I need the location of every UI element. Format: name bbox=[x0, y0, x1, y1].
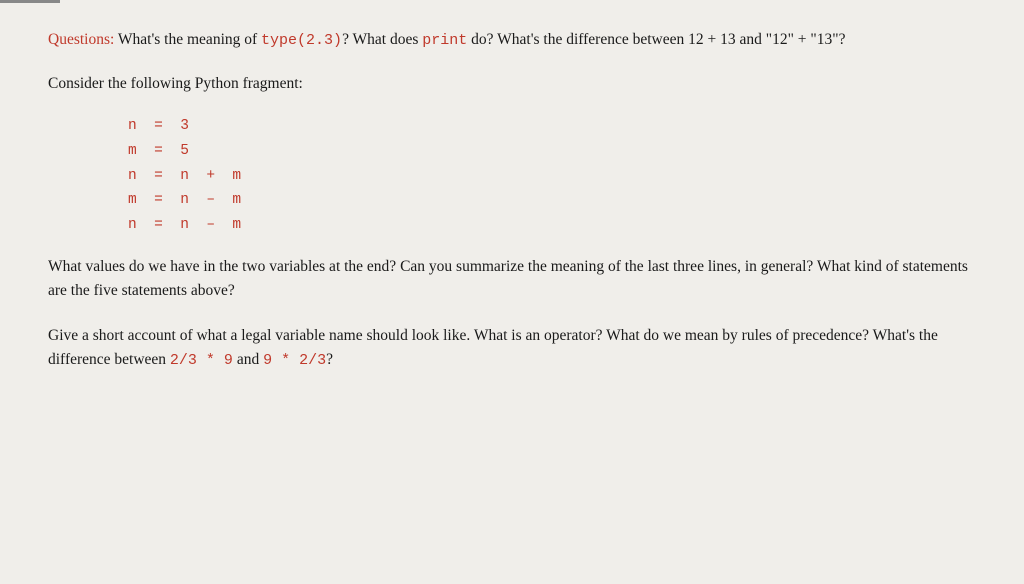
questions-label: Questions: bbox=[48, 31, 114, 48]
code-line-1: n = 3 bbox=[128, 114, 976, 139]
consider-block: Consider the following Python fragment: bbox=[48, 72, 976, 96]
code-line-5: n = n – m bbox=[128, 213, 976, 238]
give-text3: ? bbox=[326, 351, 333, 368]
values-block: What values do we have in the two variab… bbox=[48, 255, 976, 303]
questions-code4: "12" + "13" bbox=[766, 31, 839, 48]
give-code2: 9 * 2/3 bbox=[263, 352, 326, 369]
top-bar-decoration bbox=[0, 0, 60, 3]
code-line-3: n = n + m bbox=[128, 164, 976, 189]
questions-text2: ? What does bbox=[342, 31, 422, 48]
questions-text3: do? What's the difference between bbox=[467, 31, 688, 48]
questions-code1: type(2.3) bbox=[261, 32, 342, 49]
questions-code3: 12 + 13 bbox=[688, 31, 736, 48]
questions-text5: ? bbox=[839, 31, 846, 48]
code-line-4: m = n – m bbox=[128, 188, 976, 213]
questions-block: Questions: What's the meaning of type(2.… bbox=[48, 28, 976, 52]
give-block: Give a short account of what a legal var… bbox=[48, 324, 976, 372]
code-line-2: m = 5 bbox=[128, 139, 976, 164]
code-block: n = 3 m = 5 n = n + m m = n – m n = n – … bbox=[128, 114, 976, 237]
questions-text4: and bbox=[736, 31, 766, 48]
questions-code2: print bbox=[422, 32, 467, 49]
give-text2: and bbox=[233, 351, 263, 368]
questions-text1: What's the meaning of bbox=[118, 31, 261, 48]
give-code1: 2/3 * 9 bbox=[170, 352, 233, 369]
page-container: Questions: What's the meaning of type(2.… bbox=[0, 0, 1024, 584]
consider-text: Consider the following Python fragment: bbox=[48, 75, 303, 92]
values-text: What values do we have in the two variab… bbox=[48, 258, 968, 299]
